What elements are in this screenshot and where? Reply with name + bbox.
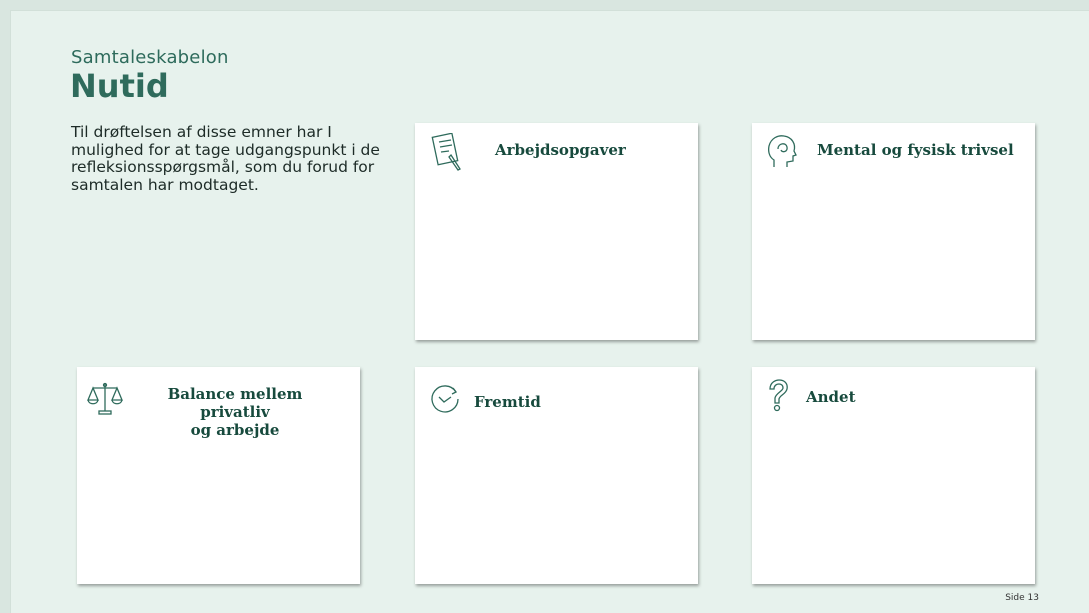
card-balance-privatliv-arbejde[interactable]: Balance mellem privatliv og arbejde [77,367,360,584]
card-label: Arbejdsopgaver [495,141,626,159]
card-label: Andet [806,388,856,406]
head-profile-icon [766,133,798,175]
card-label: Mental og fysisk trivsel [817,141,1014,159]
question-mark-icon [766,379,790,417]
card-label-line2: og arbejde [190,421,280,439]
slide: Samtaleskabelon Nutid Til drøftelsen af … [10,10,1089,613]
card-label: Fremtid [474,393,541,411]
card-mental-fysisk-trivsel[interactable]: Mental og fysisk trivsel [752,123,1035,340]
document-pen-icon [427,132,463,175]
card-arbejdsopgaver[interactable]: Arbejdsopgaver [415,123,698,340]
card-fremtid[interactable]: Fremtid [415,367,698,584]
card-andet[interactable]: Andet [752,367,1035,584]
clock-arrow-icon [429,383,461,419]
card-label: Balance mellem privatliv og arbejde [135,385,335,439]
card-label-line1: Balance mellem privatliv [167,385,303,421]
intro-text: Til drøftelsen af disse emner har I muli… [71,123,380,194]
slide-title: Nutid [70,67,169,105]
scales-icon [87,381,123,421]
slide-subtitle: Samtaleskabelon [71,47,229,68]
page-number: Side 13 [1005,593,1039,603]
